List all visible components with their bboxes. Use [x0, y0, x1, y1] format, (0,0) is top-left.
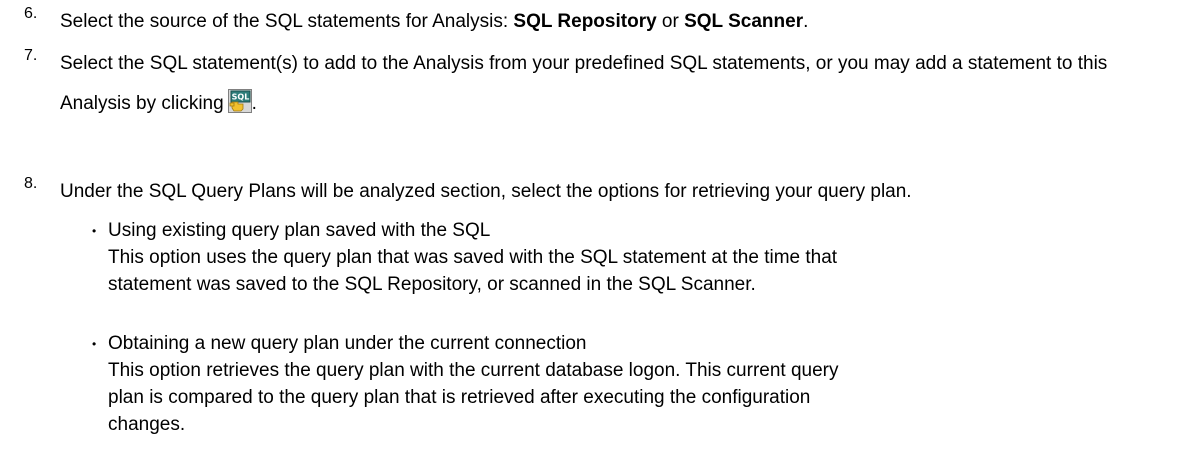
add-sql-button[interactable]: SQL [227, 88, 252, 113]
step-text: Under the SQL Query Plans will be analyz… [60, 181, 912, 202]
step-number: 7. [24, 47, 38, 64]
option-title: Using existing query plan saved with the… [108, 220, 491, 241]
step-text-middle: or [656, 11, 685, 32]
step-text-end: . [803, 11, 809, 32]
option-title: Obtaining a new query plan under the cur… [108, 333, 587, 354]
bullet-icon: • [92, 224, 97, 238]
option-description: This option uses the query plan that was… [108, 247, 838, 295]
step-text: Select the source of the SQL statements … [60, 2, 1170, 42]
document-body: 6. Select the source of the SQL statemen… [0, 0, 1180, 458]
step-text: Select the SQL statement(s) to add to th… [60, 44, 1170, 124]
bullet-icon: • [92, 337, 97, 351]
step-text-start: Select the SQL statement(s) to add to th… [60, 53, 1108, 114]
step-text-end: . [251, 93, 257, 114]
step-number: 6. [24, 5, 38, 22]
step-number: 8. [24, 175, 38, 192]
sql-repository-term: SQL Repository [513, 11, 657, 32]
add-sql-icon: SQL [227, 89, 252, 113]
sql-scanner-term: SQL Scanner [684, 11, 804, 32]
add-sql-icon-label: SQL [231, 93, 249, 102]
step-text-start: Select the source of the SQL statements … [60, 11, 514, 32]
option-description: This option retrieves the query plan wit… [108, 360, 839, 435]
